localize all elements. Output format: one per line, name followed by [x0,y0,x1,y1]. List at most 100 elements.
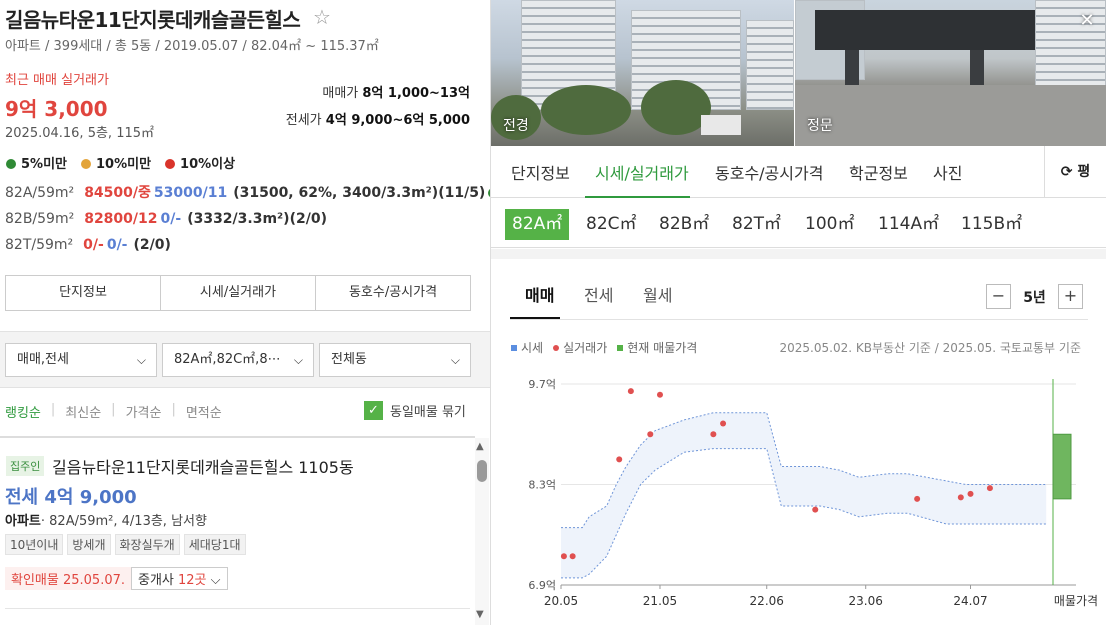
tab-unit-price[interactable]: 동호수/공시가격 [316,276,470,310]
scroll-thumb[interactable] [477,460,487,482]
gate-roof [815,10,1035,50]
trade-point [616,456,623,463]
chevron-down-icon: ⌵ [136,353,146,367]
current-price-bar [1052,433,1072,500]
square-icon [511,345,517,351]
sort-latest[interactable]: 최신순 [65,402,101,421]
scroll-up-icon[interactable]: ▲ [476,441,484,452]
area-chip[interactable]: 100㎡ [798,209,861,240]
area-chip[interactable]: 82C㎡ [579,209,644,240]
trade-point [812,506,819,513]
chart-legend-item: 현재 매물가격 [617,339,697,356]
listing-tags: 10년이내 방세개 화장실두개 세대당1대 [5,534,246,555]
agent-dropdown[interactable]: 중개사 12곳 ⌵ [131,567,228,590]
tag: 화장실두개 [114,534,180,555]
trade-tab-indicator [510,317,560,319]
green-dot-icon [6,159,16,169]
red-dot-icon [165,159,176,169]
dot-icon [553,345,560,351]
trade-point [560,553,567,560]
recent-sale-date: 2025.04.16, 5층, 115㎡ [5,126,155,141]
minus-button[interactable]: − [986,284,1011,309]
app-root: 길음뉴타운11단지롯데캐슬골든힐스 ☆ 아파트 / 399세대 / 총 5동 /… [0,0,1106,625]
sale-price-range: 매매가 8억 1,000~13억 [322,82,470,101]
y-tick-label: 6.9억 [528,579,556,592]
unit-toggle-button[interactable]: ⟳ 평 [1044,146,1106,198]
area-chip[interactable]: 82B㎡ [652,209,716,240]
trade-tabs-divider [510,319,1088,320]
trade-type-select[interactable]: 매매,전세 ⌵ [5,343,157,377]
left-tab-row: 단지정보 시세/실거래가 동호수/공시가격 [5,275,471,311]
trade-point [647,431,654,438]
building-select[interactable]: 전체동 ⌵ [319,343,471,377]
chevron-down-icon: ⌵ [293,353,303,367]
rtab-price-history[interactable]: 시세/실거래가 [595,160,689,184]
owner-badge: 집주인 [6,456,45,476]
complex-title: 길음뉴타운11단지롯데캐슬골든힐스 [5,8,301,32]
area-row-82a[interactable]: 82A/59m² 84500/중 53000/11 (31500, 62%, 3400… [5,182,490,202]
jeonse-range-label: 전세가 [285,113,322,128]
listing-price: 전세 4억 9,000 [5,487,137,508]
area-chips: 82A㎡ 82C㎡ 82B㎡ 82T㎡ 100㎡ 114A㎡ 115B㎡ [491,198,1106,248]
jeonse-price-range: 전세가 4억 9,000~6억 5,000 [286,109,470,128]
chart-legend: 시세 실거래가 현재 매물가격 [511,339,697,356]
area-chip[interactable]: 82T㎡ [725,209,788,240]
tag: 세대당1대 [183,534,246,555]
area-chip[interactable]: 114A㎡ [871,209,946,240]
trade-point [720,420,727,427]
area-select[interactable]: 82A㎡,82C㎡,8⋯ ⌵ [162,343,314,377]
area-chip[interactable]: 115B㎡ [954,209,1029,240]
tab-complex-info[interactable]: 단지정보 [6,276,161,310]
tab-price-history[interactable]: 시세/실거래가 [161,276,316,310]
trade-point [957,494,964,501]
area-row-82t[interactable]: 82T/59m² 0/- 0/- (2/0) [5,237,171,253]
sale-range-label: 매매가 [322,86,359,101]
section-gap [491,249,1106,259]
sort-options: 랭킹순 | 최신순 | 가격순 | 면적순 [5,402,222,421]
area-row-82b[interactable]: 82B/59m² 82800/12 0/- (3332/3.3m²)(2/0) [5,211,327,227]
favorite-star-icon[interactable]: ☆ [313,5,331,29]
trade-tab-sale[interactable]: 매매 [525,282,554,306]
trade-point [569,553,576,560]
recent-sale-price: 9억 3,000 [5,97,108,121]
listing-title[interactable]: 길음뉴타운11단지롯데캐슬골든힐스 1105동 [52,454,354,478]
trade-point [967,490,974,497]
sale-range-value: 8억 1,000~13억 [362,86,470,101]
list-divider [0,436,475,438]
trade-tab-jeonse[interactable]: 전세 [584,282,613,306]
trade-point [656,391,663,398]
legend-item: 10%이상 [165,153,235,172]
plus-button[interactable]: + [1058,284,1083,309]
trade-tab-monthly[interactable]: 월세 [643,282,672,306]
chevron-down-icon: ⌵ [210,573,221,588]
rtab-school[interactable]: 학군정보 [849,160,908,184]
scroll-down-icon[interactable]: ▼ [476,609,484,620]
right-tab-bar: 단지정보 시세/실거래가 동호수/공시가격 학군정보 사진 [491,146,1106,198]
trade-point [627,388,634,395]
chart-legend-item: 실거래가 [553,339,607,356]
price-chart[interactable]: 9.7억 8.3억 6.9억 20.05 21.05 22.06 23.06 24.07 매물가… [491,360,1106,625]
photo-label: 전경 [503,118,529,134]
rtab-photos[interactable]: 사진 [933,160,962,184]
area-chip[interactable]: 82A㎡ [505,209,570,240]
rtab-complex-info[interactable]: 단지정보 [511,160,570,184]
sort-area[interactable]: 면적순 [186,402,222,421]
y-tick-label: 9.7억 [528,378,556,391]
x-extra-label: 매물가격 [1054,594,1098,608]
trade-point [710,431,717,438]
sort-ranking[interactable]: 랭킹순 [5,402,41,421]
legend-item: 5%미만 [6,153,67,172]
photo-exterior[interactable]: 전경 [491,0,794,146]
close-icon[interactable]: ✕ [1076,10,1098,32]
verified-badge: 확인매물 25.05.07. [5,567,131,590]
x-tick-label: 21.05 [643,594,677,608]
checkbox-checked-icon[interactable]: ✓ [364,401,383,420]
price-band-fill [561,412,1047,578]
x-tick-label: 24.07 [953,594,987,608]
rtab-unit-price[interactable]: 동호수/공시가격 [715,160,823,184]
chart-source-note: 2025.05.02. KB부동산 기준 / 2025.05. 국토교통부 기준 [779,341,1081,355]
photo-gate[interactable]: 정문 ✕ [795,0,1106,146]
group-same-listings[interactable]: ✓ 동일매물 묶기 [364,401,466,420]
sort-price[interactable]: 가격순 [126,402,162,421]
y-tick-label: 8.3억 [528,479,556,492]
